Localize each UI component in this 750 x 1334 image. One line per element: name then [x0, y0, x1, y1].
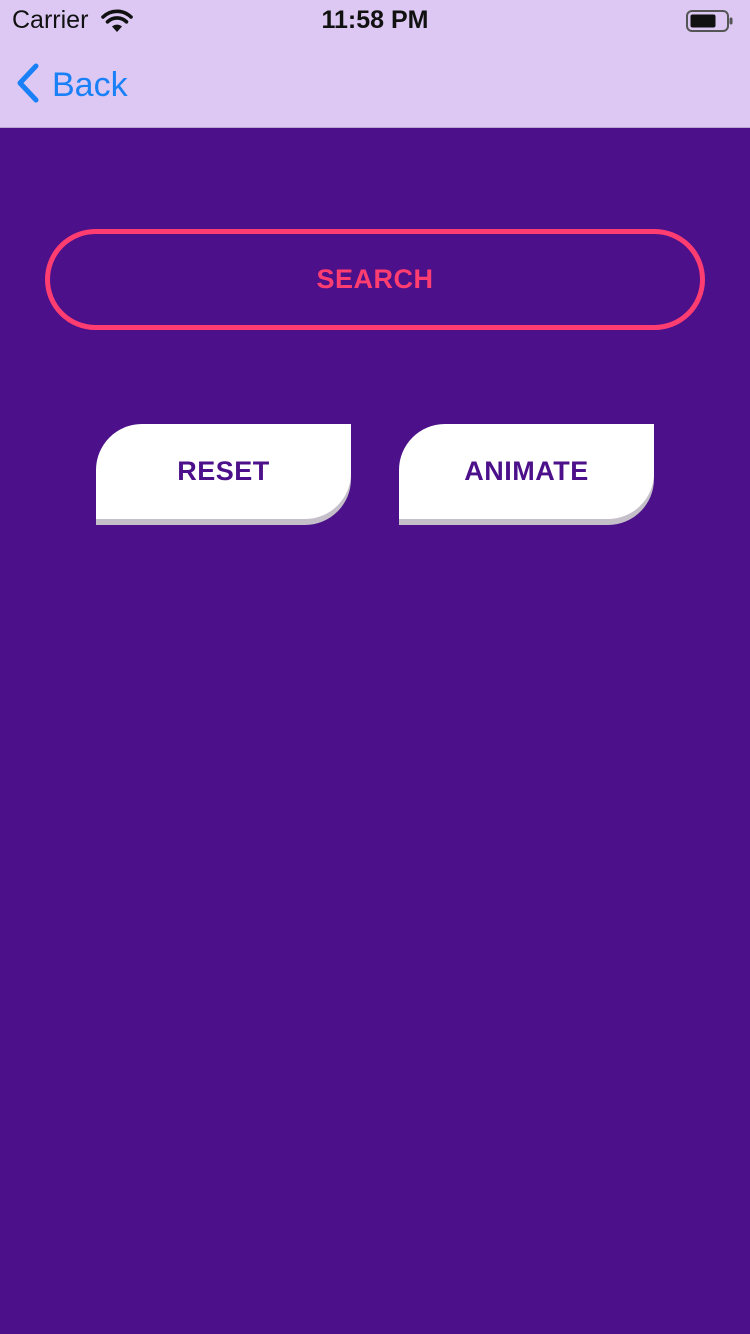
back-label: Back: [52, 65, 128, 104]
status-bar: Carrier 11:58 PM: [0, 0, 750, 40]
clock: 11:58 PM: [321, 6, 429, 34]
top-bar: Carrier 11:58 PM Back: [0, 0, 750, 128]
navigation-bar: Back: [0, 40, 750, 128]
chevron-left-icon: [14, 61, 42, 110]
reset-button[interactable]: RESET: [96, 424, 351, 519]
animate-button[interactable]: ANIMATE: [399, 424, 654, 519]
battery-icon: [686, 9, 734, 33]
search-button[interactable]: SEARCH: [45, 229, 705, 330]
back-button[interactable]: Back: [14, 62, 128, 108]
